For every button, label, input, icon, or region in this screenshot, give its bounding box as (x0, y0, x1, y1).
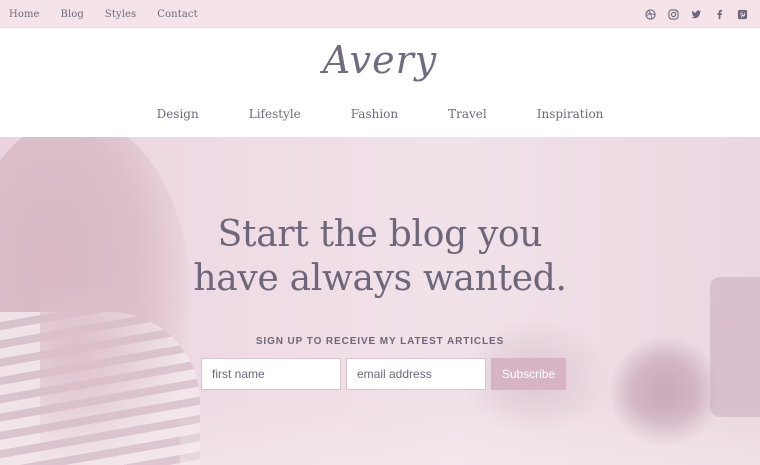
dribbble-icon[interactable] (644, 8, 656, 20)
main-nav-inspiration[interactable]: Inspiration (537, 107, 604, 121)
first-name-input[interactable] (201, 358, 341, 390)
hero-title: Start the blog you have always wanted. (0, 213, 760, 301)
top-nav-contact[interactable]: Contact (157, 9, 197, 20)
subscribe-button[interactable]: Subscribe (491, 358, 566, 390)
top-nav-home[interactable]: Home (9, 9, 40, 20)
hero-section: Start the blog you have always wanted. S… (0, 137, 760, 465)
twitter-icon[interactable] (690, 8, 702, 20)
instagram-icon[interactable] (667, 8, 679, 20)
site-header: Avery Design Lifestyle Fashion Travel In… (0, 28, 760, 137)
signup-label: SIGN UP TO RECEIVE MY LATEST ARTICLES (255, 336, 505, 347)
hero-background-table (180, 407, 760, 465)
social-links (644, 0, 748, 28)
hero-title-line-2: have always wanted. (193, 258, 567, 299)
top-bar: Home Blog Styles Contact (0, 0, 760, 28)
main-nav: Design Lifestyle Fashion Travel Inspirat… (0, 107, 760, 121)
top-nav: Home Blog Styles Contact (9, 0, 219, 28)
main-nav-travel[interactable]: Travel (448, 107, 487, 121)
main-nav-fashion[interactable]: Fashion (351, 107, 398, 121)
top-nav-blog[interactable]: Blog (61, 9, 84, 20)
main-nav-design[interactable]: Design (157, 107, 199, 121)
email-input[interactable] (346, 358, 486, 390)
facebook-icon[interactable] (713, 8, 725, 20)
main-nav-lifestyle[interactable]: Lifestyle (249, 107, 301, 121)
hero-title-line-1: Start the blog you (217, 214, 543, 255)
signup-form: Subscribe (201, 358, 566, 390)
pinterest-icon[interactable] (736, 8, 748, 20)
site-logo[interactable]: Avery (0, 38, 760, 82)
top-nav-styles[interactable]: Styles (105, 9, 136, 20)
